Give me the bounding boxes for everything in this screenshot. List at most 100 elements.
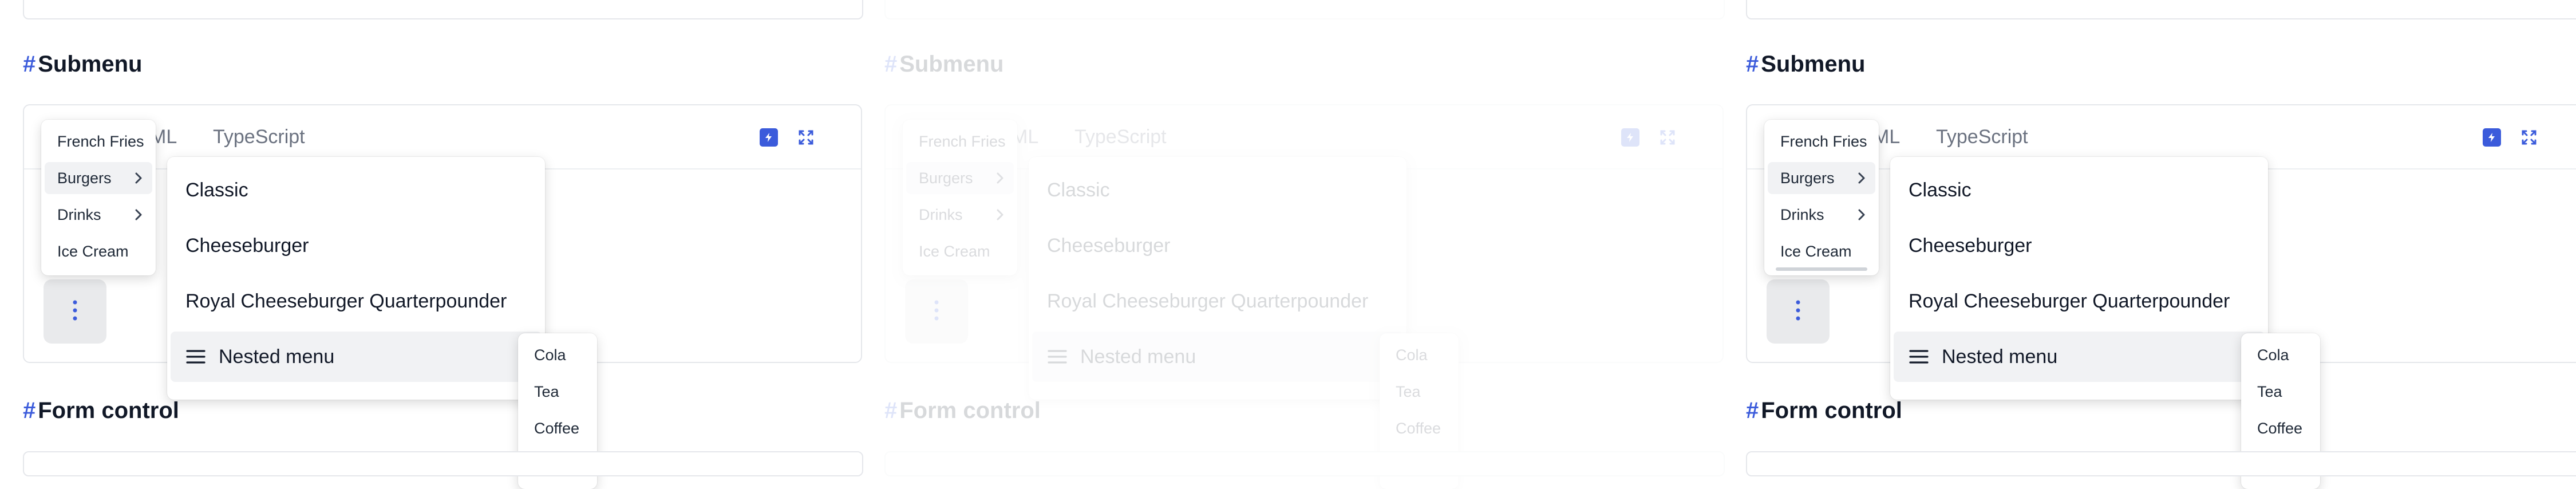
menu-trigger-button[interactable] [44,279,106,344]
menu-item-classic[interactable]: Classic [171,165,542,215]
anchor-hash[interactable]: # [23,52,35,77]
submenu-burgers: Classic Cheeseburger Royal Cheeseburger Qu… [1890,157,2268,400]
demo-card: ML TypeScript French Fries Burgers Drinks I… [23,104,862,489]
menu-item-cheeseburger[interactable]: Cheeseburger [171,220,542,271]
anchor-hash[interactable]: # [1746,52,1759,77]
section-heading-submenu: # Submenu [23,52,142,77]
bolt-icon[interactable] [760,128,778,147]
menu-item-ice-cream[interactable]: Ice Cream [1768,235,1875,267]
anchor-hash[interactable]: # [1746,398,1759,423]
menu-item-label: Classic [1047,179,1110,201]
section-heading-submenu: # Submenu [884,52,1003,77]
menu-item-label: French Fries [919,132,1006,150]
bolt-icon[interactable] [1621,128,1639,147]
tab-typescript[interactable]: TypeScript [213,126,305,148]
menu-item-label: Drinks [1780,206,1824,223]
vertical-dots-icon [1795,299,1801,325]
section-title-text: Form control [1761,398,1902,423]
expand-icon[interactable] [1658,128,1677,147]
menu-item-label: Tea [1396,382,1421,400]
menu-item-royal-cheeseburger-quarterpounder[interactable]: Royal Cheeseburger Quarterpounder [1032,276,1403,326]
menu-item-label: Ice Cream [919,242,990,260]
menu-item-royal-cheeseburger-quarterpounder[interactable]: Royal Cheeseburger Quarterpounder [1894,276,2265,326]
menu-item-french-fries[interactable]: French Fries [906,125,1014,157]
menu-item-classic[interactable]: Classic [1894,165,2265,215]
chevron-right-icon [995,208,1005,221]
section-title-text: Submenu [899,52,1004,77]
menu-item-coffee[interactable]: Coffee [1383,411,1455,445]
expand-icon[interactable] [2520,128,2538,147]
menu-item-coffee[interactable]: Coffee [521,411,594,445]
section-title-text: Submenu [1761,52,1866,77]
section-heading-form-control: # Form control [1746,398,1902,424]
expand-icon[interactable] [797,128,815,147]
menu-item-nested-menu[interactable]: Nested menu [171,332,542,382]
menu-item-nested-menu[interactable]: Nested menu [1894,332,2265,382]
bolt-icon[interactable] [2483,128,2501,147]
menu-item-nested-menu[interactable]: Nested menu [1032,332,1403,382]
menu-item-label: Tea [2257,382,2282,400]
menu-item-tea[interactable]: Tea [2245,374,2317,409]
menu-item-tea[interactable]: Tea [521,374,594,409]
menu-item-label: Ice Cream [57,242,129,260]
menu-trigger-button[interactable] [1767,279,1830,344]
preview-panel-middle: # Submenu ML TypeScript French Fries Burge… [884,0,1725,489]
menu-item-label: Burgers [57,169,112,187]
menu-item-french-fries[interactable]: French Fries [45,125,152,157]
menu-item-label: French Fries [57,132,144,150]
hamburger-icon [1047,349,1068,365]
menu-item-classic[interactable]: Classic [1032,165,1403,215]
menu-item-drinks[interactable]: Drinks [906,199,1014,231]
menu-item-label: Classic [185,179,248,201]
menu-item-label: Nested menu [219,345,335,368]
demo-card: ML TypeScript French Fries Burgers Drinks I… [884,104,1724,489]
menu-item-cola[interactable]: Cola [521,338,594,372]
section-heading-form-control: # Form control [23,398,179,424]
menu-item-cola[interactable]: Cola [2245,338,2317,372]
demo-card: ML TypeScript French Fries Burgers Drinks I… [1746,104,2576,489]
menu-item-label: Coffee [2257,419,2303,437]
tab-typescript[interactable]: TypeScript [1074,126,1167,148]
menu-trigger-button[interactable] [905,279,968,344]
hamburger-icon [1909,349,1929,365]
preview-panel-left: # Submenu ML TypeScript French Fries Burge… [23,0,863,489]
anchor-hash[interactable]: # [23,398,35,423]
anchor-hash[interactable]: # [884,52,897,77]
next-card [884,451,1725,476]
previous-card [884,0,1725,19]
menu-item-label: Coffee [534,419,580,437]
menu-item-burgers[interactable]: Burgers [45,162,152,194]
menu-item-drinks[interactable]: Drinks [1768,199,1875,231]
vertical-dots-icon [72,299,78,325]
menu-item-label: Burgers [919,169,973,187]
submenu-burgers: Classic Cheeseburger Royal Cheeseburger Qu… [1029,157,1406,400]
menu-item-cheeseburger[interactable]: Cheeseburger [1894,220,2265,271]
section-heading-form-control: # Form control [884,398,1041,424]
menu-item-label: Tea [534,382,559,400]
chevron-right-icon [134,172,143,184]
menu-item-label: Cheeseburger [185,234,309,257]
menu-item-french-fries[interactable]: French Fries [1768,125,1875,157]
anchor-hash[interactable]: # [884,398,897,423]
menu-scrollbar[interactable] [1776,267,1867,271]
menu-item-cola[interactable]: Cola [1383,338,1455,372]
menu-item-tea[interactable]: Tea [1383,374,1455,409]
menu-item-coffee[interactable]: Coffee [2245,411,2317,445]
menu-item-burgers[interactable]: Burgers [1768,162,1875,194]
menu-item-label: Drinks [919,206,963,223]
menu-item-label: Ice Cream [1780,242,1852,260]
menu-item-ice-cream[interactable]: Ice Cream [906,235,1014,267]
chevron-right-icon [1857,208,1866,221]
menu-item-cheeseburger[interactable]: Cheeseburger [1032,220,1403,271]
menu-item-ice-cream[interactable]: Ice Cream [45,235,152,267]
section-title-text: Form control [38,398,179,423]
menu-item-drinks[interactable]: Drinks [45,199,152,231]
menu-item-label: Burgers [1780,169,1835,187]
menu-item-burgers[interactable]: Burgers [906,162,1014,194]
menu-level-1: French Fries Burgers Drinks Ice Cream [1764,120,1879,275]
section-title-text: Form control [899,398,1041,423]
section-heading-submenu: # Submenu [1746,52,1865,77]
tab-typescript[interactable]: TypeScript [1936,126,2028,148]
submenu-burgers: Classic Cheeseburger Royal Cheeseburger Qu… [167,157,545,400]
menu-item-royal-cheeseburger-quarterpounder[interactable]: Royal Cheeseburger Quarterpounder [171,276,542,326]
